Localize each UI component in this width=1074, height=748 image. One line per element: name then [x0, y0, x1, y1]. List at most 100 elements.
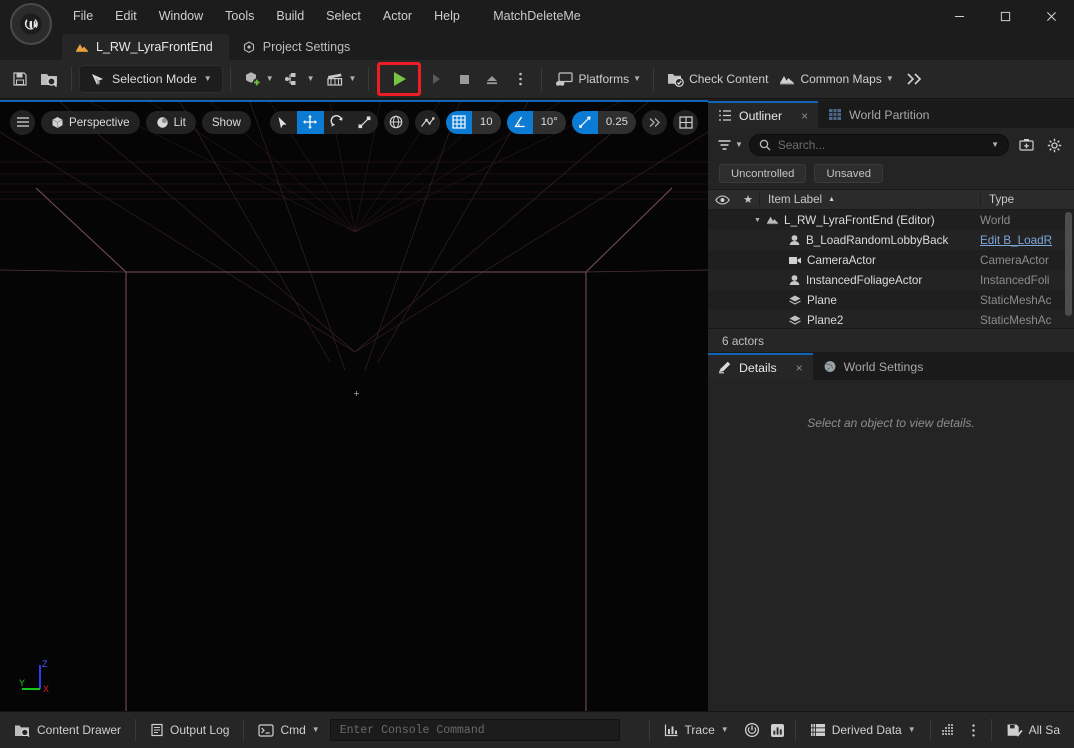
- outliner-row-name[interactable]: ▼ L_RW_LyraFrontEnd (Editor): [708, 214, 980, 227]
- outliner-row-name[interactable]: CameraActor: [708, 254, 980, 267]
- outliner-row-name[interactable]: Plane: [708, 294, 980, 307]
- create-button[interactable]: ▼: [238, 65, 279, 93]
- skip-button[interactable]: [422, 65, 450, 93]
- unreal-logo-icon[interactable]: [10, 3, 52, 45]
- console-command-input[interactable]: [329, 719, 620, 741]
- expander-icon[interactable]: ▼: [754, 217, 761, 224]
- outliner-row-name[interactable]: B_LoadRandomLobbyBack: [708, 234, 980, 247]
- close-icon[interactable]: ×: [796, 361, 803, 375]
- menu-item-file[interactable]: File: [62, 4, 104, 28]
- minimize-button[interactable]: [936, 0, 982, 32]
- outliner-rows[interactable]: ▼ L_RW_LyraFrontEnd (Editor) World B_Loa…: [708, 210, 1074, 328]
- browse-button[interactable]: [34, 65, 64, 93]
- save-state-button[interactable]: All Sa: [996, 717, 1070, 743]
- common-maps-button[interactable]: Common Maps ▼: [773, 65, 898, 93]
- viewport-menu-button[interactable]: [10, 109, 35, 135]
- scale-snap-value[interactable]: 0.25: [597, 110, 636, 134]
- outliner-row-name[interactable]: InstancedFoliageActor: [708, 274, 980, 287]
- menu-item-select[interactable]: Select: [315, 4, 372, 28]
- outliner-search-box[interactable]: ▼: [748, 134, 1009, 156]
- maximize-button[interactable]: [982, 0, 1028, 32]
- menu-item-help[interactable]: Help: [423, 4, 471, 28]
- pinned-column-header[interactable]: ★: [737, 193, 759, 206]
- output-log-button[interactable]: Output Log: [140, 717, 239, 743]
- check-content-button[interactable]: Check Content: [661, 65, 773, 93]
- viewport-show-label: Show: [211, 115, 241, 129]
- viewport-more-button[interactable]: [642, 109, 667, 135]
- chip-unsaved[interactable]: Unsaved: [814, 164, 884, 183]
- surface-snapping-button[interactable]: [414, 109, 440, 135]
- table-row[interactable]: B_LoadRandomLobbyBack Edit B_LoadR: [708, 230, 1074, 250]
- scale-tool-button[interactable]: [351, 111, 378, 134]
- transform-tool-group: [269, 110, 378, 134]
- table-row[interactable]: InstancedFoliageActor InstancedFoli: [708, 270, 1074, 290]
- table-row[interactable]: Plane2 StaticMeshAc: [708, 310, 1074, 328]
- chevron-down-icon[interactable]: ▼: [991, 141, 999, 149]
- chip-uncontrolled[interactable]: Uncontrolled: [719, 164, 807, 183]
- tab-world-settings[interactable]: World Settings: [813, 353, 934, 380]
- content-drawer-button[interactable]: Content Drawer: [4, 717, 131, 743]
- outliner-row-name[interactable]: Plane2: [708, 314, 980, 327]
- blueprints-button[interactable]: ▼: [279, 65, 320, 93]
- tab-world-partition-label: World Partition: [849, 107, 930, 122]
- outliner-row-type: InstancedFoli: [980, 273, 1050, 287]
- tab-outliner[interactable]: Outliner ×: [708, 101, 819, 128]
- grid-snap-value[interactable]: 10: [471, 110, 501, 134]
- play-options-button[interactable]: [506, 65, 534, 93]
- viewport-viewmode-dropdown[interactable]: Lit: [145, 110, 196, 134]
- stop-button[interactable]: [450, 65, 478, 93]
- menu-item-tools[interactable]: Tools: [214, 4, 265, 28]
- rotate-tool-button[interactable]: [324, 111, 351, 134]
- menu-item-actor[interactable]: Actor: [372, 4, 423, 28]
- play-button[interactable]: [383, 65, 415, 93]
- tab-world-partition[interactable]: World Partition: [818, 101, 939, 128]
- grid-snap-icon[interactable]: [445, 110, 472, 134]
- level-viewport[interactable]: Perspective Lit Show 10 10° 0.25 Z Y X: [0, 100, 708, 711]
- menu-item-window[interactable]: Window: [148, 4, 214, 28]
- menu-item-edit[interactable]: Edit: [104, 4, 148, 28]
- outliner-search-input[interactable]: [777, 138, 985, 152]
- item-label-column-header[interactable]: Item Label ▲: [759, 193, 980, 206]
- outliner-add-button[interactable]: [1015, 134, 1037, 156]
- outliner-row-type[interactable]: Edit B_LoadR: [980, 234, 1074, 247]
- type-column-header[interactable]: Type: [980, 193, 1074, 206]
- angle-snap-value[interactable]: 10°: [532, 110, 566, 134]
- cinematics-button[interactable]: ▼: [320, 65, 362, 93]
- resources-button[interactable]: [935, 717, 961, 743]
- menu-item-build[interactable]: Build: [265, 4, 315, 28]
- close-button[interactable]: [1028, 0, 1074, 32]
- coordinate-space-button[interactable]: [383, 109, 409, 135]
- viewport-camera-dropdown[interactable]: Perspective: [41, 110, 140, 134]
- status-more-button[interactable]: [961, 717, 987, 743]
- derived-data-button[interactable]: Derived Data ▼: [800, 717, 926, 743]
- cmd-dropdown-button[interactable]: Cmd ▼: [248, 717, 329, 743]
- scale-snap-icon[interactable]: [571, 110, 598, 134]
- angle-snap-icon[interactable]: [506, 110, 533, 134]
- map-icon: [778, 71, 796, 87]
- outliner-scrollbar[interactable]: [1065, 212, 1072, 316]
- toolbar-overflow-button[interactable]: [899, 65, 929, 93]
- table-row[interactable]: CameraActor CameraActor: [708, 250, 1074, 270]
- save-button[interactable]: [6, 65, 34, 93]
- table-row[interactable]: Plane StaticMeshAc: [708, 290, 1074, 310]
- viewport-layout-button[interactable]: [673, 109, 698, 135]
- outliner-filter-button[interactable]: ▼: [717, 139, 743, 152]
- eject-button[interactable]: [478, 65, 506, 93]
- trace-stats-button[interactable]: [765, 717, 791, 743]
- trace-power-button[interactable]: [739, 717, 765, 743]
- table-row[interactable]: ▼ L_RW_LyraFrontEnd (Editor) World: [708, 210, 1074, 230]
- outliner-row-type: StaticMeshAc: [980, 293, 1052, 307]
- tab-details[interactable]: Details ×: [708, 353, 813, 380]
- close-icon[interactable]: ×: [801, 109, 808, 123]
- select-tool-button[interactable]: [270, 111, 297, 134]
- tab-project-settings[interactable]: Project Settings: [229, 34, 367, 60]
- selection-mode-dropdown[interactable]: Selection Mode ▼: [79, 65, 223, 93]
- trace-button[interactable]: Trace ▼: [654, 717, 739, 743]
- outliner-settings-button[interactable]: [1043, 134, 1065, 156]
- platforms-button[interactable]: Platforms ▼: [549, 65, 646, 93]
- visibility-column-header[interactable]: [708, 194, 737, 205]
- viewport-3d-scene[interactable]: [0, 102, 708, 711]
- tab-level-editor[interactable]: L_RW_LyraFrontEnd: [62, 34, 229, 60]
- move-tool-button[interactable]: [296, 110, 324, 134]
- viewport-show-dropdown[interactable]: Show: [201, 110, 251, 134]
